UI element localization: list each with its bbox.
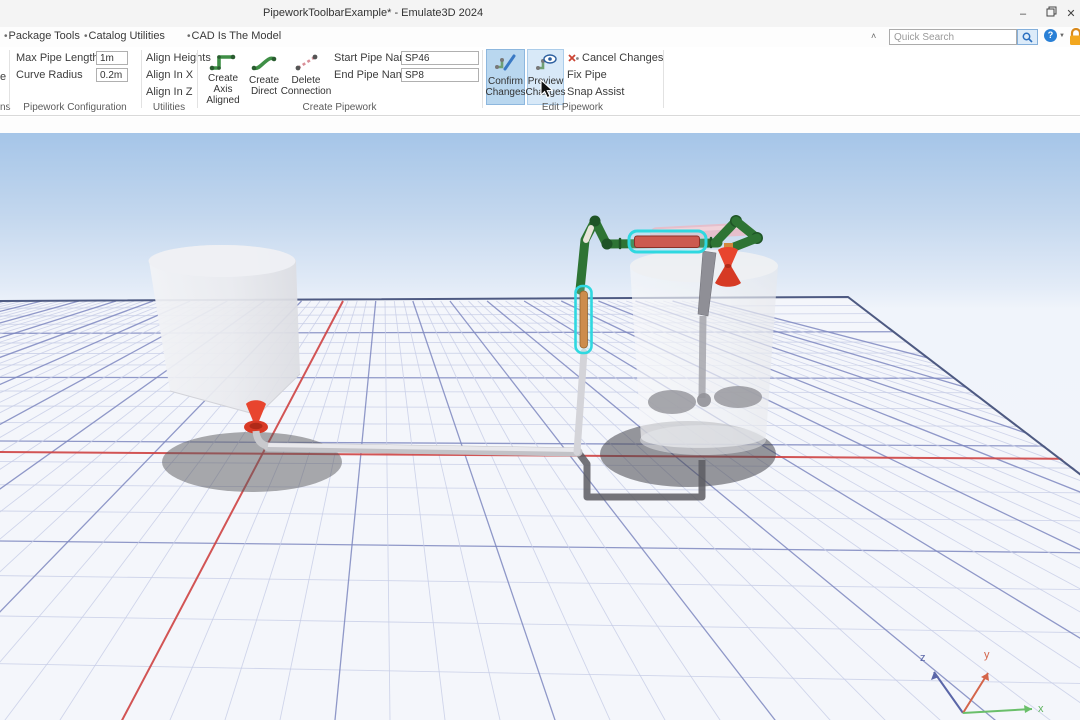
create-direct-label: Create Direct (248, 75, 279, 98)
preview-pipe-orange[interactable] (579, 290, 588, 349)
close-icon: ✕ (1066, 8, 1076, 20)
confirm-changes-icon (494, 54, 515, 71)
pipe-elbow (601, 238, 613, 250)
tab-package-tools[interactable]: •Package Tools (4, 30, 80, 42)
confirm-changes-label: Confirm Changes (485, 76, 526, 99)
curve-radius-label: Curve Radius (16, 69, 83, 81)
left-tank-top (148, 245, 296, 277)
search-button[interactable] (1017, 29, 1038, 45)
left-tank-shadow (162, 432, 342, 492)
align-in-z-button[interactable]: Align In Z (146, 86, 192, 98)
axis-label-x: x (1038, 703, 1044, 715)
max-pipe-length-input[interactable] (96, 51, 128, 65)
snap-assist-button[interactable]: Snap Assist (567, 86, 624, 98)
tab-label: Catalog Utilities (88, 30, 165, 42)
create-axis-aligned-button[interactable]: Create Axis Aligned (199, 49, 247, 106)
pipe-left-riser[interactable] (575, 216, 612, 295)
tab-catalog-utilities[interactable]: •Catalog Utilities (84, 30, 165, 42)
collapse-ribbon-chevron-icon[interactable]: ˄ (871, 31, 876, 41)
clipped-ribbon-button[interactable]: e (0, 71, 6, 83)
right-tank[interactable] (630, 249, 778, 456)
delete-connection-label: Delete Connection (280, 75, 332, 98)
tab-cad-is-the-model[interactable]: •CAD Is The Model (187, 30, 281, 42)
group-label-utilities: Utilities (152, 102, 186, 113)
pipe-elbow (589, 215, 601, 227)
quick-search-input[interactable] (889, 29, 1017, 45)
help-caret-icon[interactable]: ▼ (1059, 33, 1065, 39)
axis-label-z: z (920, 652, 926, 664)
confirm-changes-button[interactable]: Confirm Changes (485, 49, 526, 105)
menu-bar: •Package Tools •Catalog Utilities •CAD I… (0, 27, 1080, 47)
pipe-return[interactable] (729, 233, 762, 252)
curve-radius-input[interactable] (96, 68, 128, 82)
tab-bullet-icon: • (84, 31, 88, 42)
mouse-cursor (540, 78, 555, 100)
tab-bullet-icon: • (4, 31, 8, 42)
selected-pipe-red[interactable] (634, 235, 700, 248)
3d-viewport[interactable]: z y x (0, 133, 1080, 720)
tab-label: CAD Is The Model (191, 30, 282, 42)
close-button[interactable]: ✕ (1062, 6, 1080, 22)
minimize-icon: – (1019, 8, 1027, 20)
scene-canvas[interactable]: z y x (0, 133, 1080, 720)
end-pipe-name-label: End Pipe Name (334, 69, 412, 81)
create-direct-button[interactable]: Create Direct (247, 49, 281, 105)
help-button[interactable]: ? (1044, 29, 1057, 42)
end-pipe-name-input[interactable] (401, 68, 479, 82)
cancel-changes-icon (568, 53, 579, 62)
tab-bullet-icon: • (187, 31, 191, 42)
title-bar[interactable]: PipeworkToolbarExample* - Emulate3D 2024… (0, 0, 1080, 27)
axis-label-y: y (984, 649, 990, 661)
tab-label: Package Tools (8, 30, 80, 42)
start-pipe-name-input[interactable] (401, 51, 479, 65)
cancel-changes-button[interactable]: Cancel Changes (567, 52, 663, 64)
help-icon: ? (1047, 30, 1054, 40)
fix-pipe-button[interactable]: Fix Pipe (567, 69, 607, 81)
align-in-x-button[interactable]: Align In X (146, 69, 193, 81)
group-label-edit-pipework: Edit Pipework (541, 102, 604, 113)
document-strip (0, 117, 1080, 248)
window-title: PipeworkToolbarExample* - Emulate3D 2024 (263, 7, 484, 19)
restore-button[interactable] (1038, 6, 1064, 22)
group-label-create-pipework: Create Pipework (302, 102, 377, 113)
restore-icon (1046, 6, 1056, 17)
axis-aligned-pipe-icon (209, 54, 236, 71)
max-pipe-length-label: Max Pipe Length (16, 52, 99, 64)
delete-connection-icon (295, 54, 318, 71)
group-label-pipework-configuration: Pipework Configuration (23, 102, 127, 113)
search-icon (1022, 32, 1033, 43)
lock-icon (1070, 27, 1080, 45)
minimize-button[interactable]: – (1010, 6, 1036, 22)
delete-connection-button[interactable]: Delete Connection (281, 49, 331, 105)
cancel-changes-label: Cancel Changes (582, 52, 664, 64)
preview-changes-icon (535, 54, 557, 70)
direct-pipe-icon (251, 56, 277, 71)
